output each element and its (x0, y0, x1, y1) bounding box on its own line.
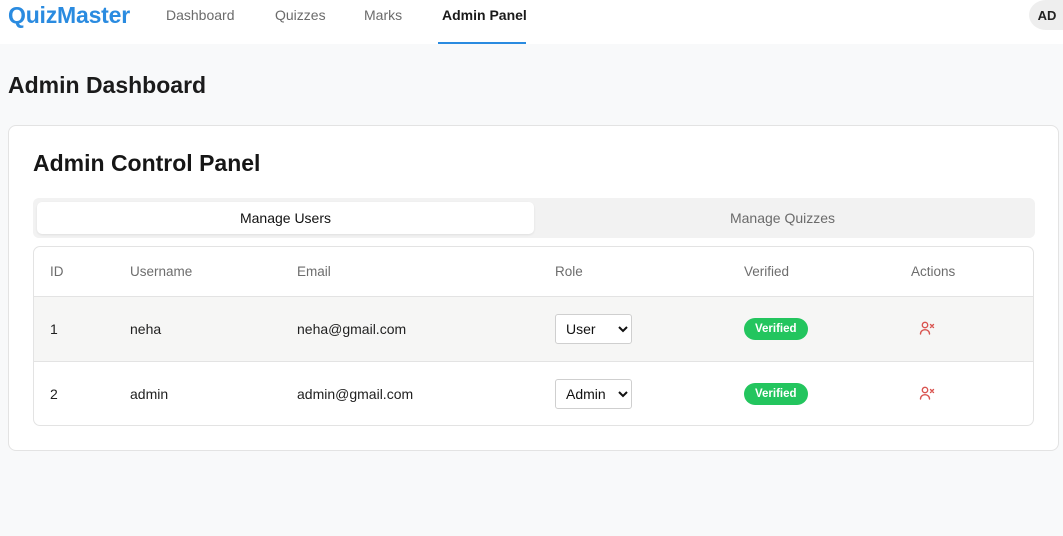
cell-role: User Admin (539, 296, 728, 362)
tab-manage-quizzes[interactable]: Manage Quizzes (534, 202, 1031, 234)
nav-link-dashboard[interactable]: Dashboard (166, 7, 235, 23)
header-verified: Verified (728, 247, 895, 297)
active-nav-indicator (438, 42, 526, 44)
role-select[interactable]: User Admin (555, 313, 632, 344)
verified-badge: Verified (744, 382, 808, 405)
header-id: ID (34, 247, 114, 297)
cell-username: admin (130, 385, 169, 402)
cell-verified: Verified (728, 361, 895, 425)
panel-tabs: Manage Users Manage Quizzes (33, 198, 1035, 238)
table-row: 2 admin admin@gmail.com User Admin Verif… (34, 361, 1033, 425)
remove-user-icon[interactable] (917, 383, 937, 403)
top-navbar: QuizMaster Dashboard Quizzes Marks Admin… (0, 0, 1063, 44)
admin-control-panel-card: Admin Control Panel Manage Users Manage … (8, 125, 1059, 451)
header-username: Username (114, 247, 281, 297)
cell-id: 1 (34, 296, 114, 362)
table-header-row: ID Username Email Role Verified Actions (34, 247, 1033, 297)
remove-user-icon[interactable] (917, 318, 937, 338)
panel-title: Admin Control Panel (33, 150, 261, 176)
cell-actions (895, 361, 1033, 425)
nav-link-marks[interactable]: Marks (364, 7, 402, 23)
nav-link-quizzes[interactable]: Quizzes (275, 7, 326, 23)
header-email: Email (281, 247, 539, 297)
user-avatar[interactable]: AD (1029, 0, 1063, 30)
verified-badge: Verified (744, 317, 808, 340)
header-role: Role (539, 247, 728, 297)
table-row: 1 neha neha@gmail.com User Admin Verifie… (34, 296, 1033, 362)
cell-verified: Verified (728, 296, 895, 362)
users-table: ID Username Email Role Verified Actions … (33, 246, 1034, 426)
cell-actions (895, 296, 1033, 362)
nav-link-admin-panel[interactable]: Admin Panel (442, 7, 527, 23)
cell-role: User Admin (539, 361, 728, 425)
cell-email: neha@gmail.com (281, 296, 539, 362)
cell-id: 2 (50, 385, 58, 402)
brand-logo[interactable]: QuizMaster (8, 2, 130, 29)
tab-manage-users[interactable]: Manage Users (37, 202, 534, 234)
page-title: Admin Dashboard (8, 72, 207, 98)
cell-username: neha (114, 296, 281, 362)
role-select[interactable]: User Admin (555, 378, 632, 409)
cell-email: admin@gmail.com (297, 385, 414, 402)
header-actions: Actions (895, 247, 1033, 297)
